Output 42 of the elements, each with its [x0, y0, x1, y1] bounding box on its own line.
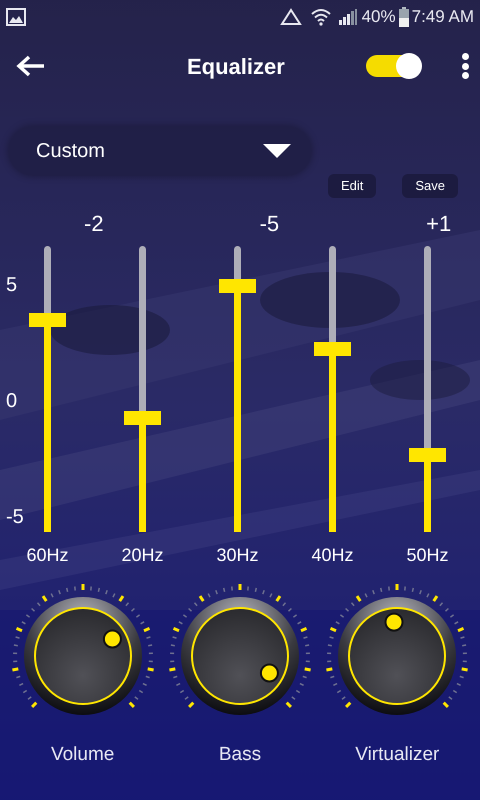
band-label: 40Hz — [311, 544, 354, 567]
action-button[interactable]: Save — [402, 174, 458, 198]
battery-icon — [398, 7, 409, 27]
image-icon — [6, 8, 26, 26]
band-label: 30Hz — [216, 544, 259, 567]
knob-indicator — [260, 664, 279, 682]
battery-percent: 40% — [362, 6, 396, 28]
band-label: 60Hz — [26, 544, 69, 567]
slider-thumb[interactable] — [29, 313, 66, 328]
slider-thumb[interactable] — [219, 279, 256, 294]
clock: 7:49 AM — [412, 6, 474, 28]
gain-reading: +1 — [426, 210, 452, 238]
gain-reading: -5 — [260, 210, 280, 238]
scale-label: -5 — [6, 505, 24, 530]
scale-label: 0 — [6, 389, 18, 414]
warning-icon — [280, 8, 302, 26]
band-label: 50Hz — [406, 544, 449, 567]
slider-thumb[interactable] — [314, 342, 351, 356]
back-arrow-icon — [16, 55, 46, 77]
knob-indicator — [384, 612, 404, 632]
knob-label: Bass — [218, 743, 262, 767]
slider-track — [234, 246, 241, 280]
band-slider[interactable] — [29, 246, 66, 532]
preset-dropdown[interactable]: Custom — [8, 126, 312, 176]
screen-title: Equalizer — [187, 52, 285, 81]
band-slider[interactable] — [124, 246, 161, 532]
knob-indicator — [102, 630, 122, 648]
slider-track — [44, 246, 51, 314]
band-slider[interactable] — [409, 246, 446, 532]
slider-thumb[interactable] — [124, 410, 161, 425]
band-slider[interactable] — [314, 246, 351, 532]
wifi-icon — [310, 8, 332, 26]
slider-thumb[interactable] — [409, 448, 446, 462]
scale-label: 5 — [6, 273, 18, 298]
gain-reading: -2 — [84, 210, 104, 238]
action-button[interactable]: Edit — [328, 174, 376, 198]
knob-label: Virtualizer — [355, 743, 440, 767]
knob-label: Volume — [50, 743, 114, 767]
dropdown-icon — [262, 143, 292, 159]
signal-icon — [338, 8, 358, 26]
band-label: 20Hz — [121, 544, 164, 567]
band-slider[interactable] — [219, 246, 256, 532]
